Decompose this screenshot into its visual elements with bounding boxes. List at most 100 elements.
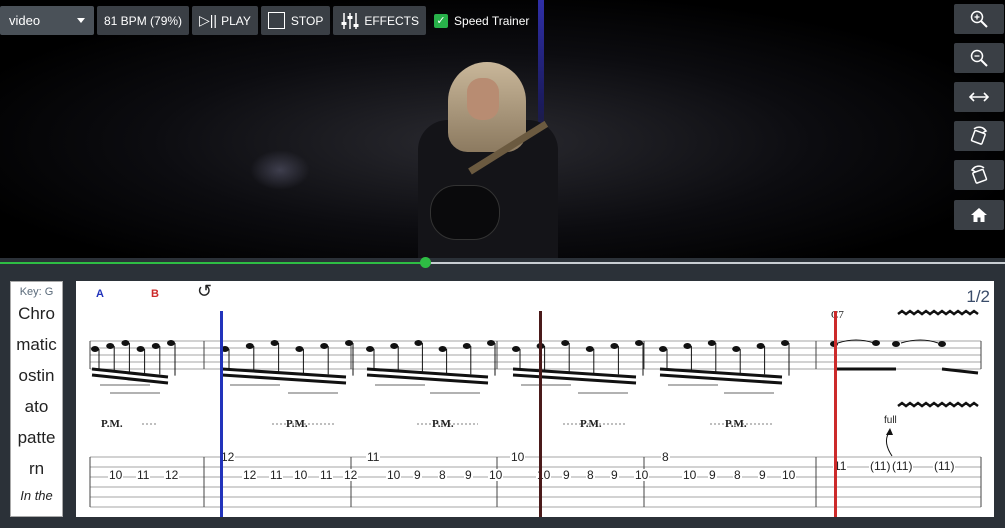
tempo-button[interactable]: 81 BPM (79%): [97, 6, 190, 35]
palm-mute-label: P.M.: [725, 418, 747, 430]
bend-arrowhead: [886, 428, 893, 435]
tab-fret-number: 9: [758, 468, 767, 482]
sliders-icon: [341, 12, 359, 29]
stop-button[interactable]: STOP: [260, 6, 331, 35]
rotate-right-button[interactable]: [954, 121, 1004, 151]
speed-trainer-label: Speed Trainer: [454, 13, 530, 28]
tab-fret-number: 9: [610, 468, 619, 482]
tab-fret-number: 9: [413, 468, 422, 482]
loop-b-line[interactable]: [834, 311, 837, 517]
rewind-icon[interactable]: ↺: [197, 281, 212, 302]
stage-glow: [250, 150, 310, 190]
palm-mute-label: P.M.: [580, 418, 602, 430]
fit-width-button[interactable]: [954, 82, 1004, 112]
tab-fret-number: 11: [269, 468, 284, 482]
tab-fret-number: (11): [933, 459, 956, 473]
title-line: Chro: [18, 304, 55, 323]
song-info-card: Key: G Chro matic ostin ato patte rn In …: [10, 281, 63, 517]
tab-fret-number: 10: [682, 468, 698, 482]
beam: [941, 367, 979, 375]
tab-fret-number: 12: [242, 468, 258, 482]
source-select[interactable]: video: [0, 6, 94, 35]
rotate-right-icon: [970, 126, 988, 145]
tab-fret-number: 11: [136, 468, 151, 482]
tab-fret-number: (11): [891, 459, 914, 473]
tab-fret-number: (11): [869, 459, 892, 473]
tab-fret-number: 9: [464, 468, 473, 482]
speed-trainer-toggle[interactable]: ✓ Speed Trainer: [429, 6, 529, 35]
notehead: [756, 343, 765, 349]
notehead: [295, 346, 304, 352]
loop-a-line[interactable]: [220, 311, 223, 517]
title-line: ato: [24, 397, 49, 416]
checkbox-checked-icon[interactable]: ✓: [434, 13, 449, 28]
effects-label: EFFECTS: [364, 13, 420, 28]
play-button[interactable]: ▷|| PLAY: [192, 6, 258, 35]
score-sheet[interactable]: A B ↺ 1/2 C7 full P.M. P.M. P.M. P.M. P.…: [76, 281, 994, 517]
notehead: [414, 340, 423, 346]
notehead: [635, 340, 643, 346]
notehead: [683, 343, 692, 349]
guitar-body: [430, 185, 500, 240]
rotate-left-button[interactable]: [954, 160, 1004, 190]
notehead: [892, 341, 900, 347]
tab-fret-number: 8: [438, 468, 447, 482]
notehead: [487, 340, 495, 346]
tab-fret-number: 9: [562, 468, 571, 482]
tab-fret-number: 10: [488, 468, 504, 482]
notehead: [121, 340, 130, 346]
effects-button[interactable]: EFFECTS: [333, 6, 427, 35]
notehead: [345, 340, 353, 346]
video-view[interactable]: [0, 0, 1005, 258]
source-select-value: video: [9, 13, 41, 28]
palm-mute-label: P.M.: [286, 418, 308, 430]
chord-label: C7: [831, 309, 844, 321]
palm-mute-label: P.M.: [101, 418, 123, 430]
tab-fret-number: 12: [164, 468, 180, 482]
tempo-label: 81 BPM (79%): [104, 13, 183, 28]
title-line: patte: [17, 428, 56, 447]
notehead: [245, 343, 254, 349]
notehead: [167, 340, 175, 346]
loop-a-marker-label[interactable]: A: [96, 288, 104, 300]
notehead: [781, 340, 789, 346]
playback-cursor[interactable]: [539, 311, 542, 517]
toolbar: video 81 BPM (79%) ▷|| PLAY STOP EFFECTS…: [0, 6, 529, 35]
page-number: 1/2: [966, 287, 990, 306]
tab-fret-number: 8: [586, 468, 595, 482]
stop-label: STOP: [290, 13, 324, 28]
title-line: ostin: [18, 366, 55, 385]
tab-fret-number: 10: [510, 450, 526, 464]
tab-fret-number: 11: [366, 450, 381, 464]
loop-b-marker-label[interactable]: B: [151, 288, 159, 300]
progress-fill: [0, 262, 426, 264]
vibrato-mark: [897, 401, 979, 408]
tab-fret-number: 10: [108, 468, 124, 482]
notehead: [610, 343, 619, 349]
zoom-out-button[interactable]: [954, 43, 1004, 73]
notehead: [106, 343, 115, 349]
progress-knob[interactable]: [420, 257, 432, 268]
notehead: [320, 343, 329, 349]
notehead: [462, 343, 471, 349]
bend-label: full: [884, 415, 897, 426]
tab-fret-number: 11: [319, 468, 334, 482]
slur: [837, 339, 875, 344]
zoom-in-icon: [970, 10, 988, 28]
notehead: [732, 346, 741, 352]
notehead: [707, 340, 716, 346]
notehead: [512, 346, 520, 352]
tab-fret-number: 9: [708, 468, 717, 482]
performer-face: [467, 78, 499, 120]
zoom-in-button[interactable]: [954, 4, 1004, 34]
home-button[interactable]: [954, 200, 1004, 230]
home-icon: [971, 208, 987, 222]
zoom-out-icon: [970, 49, 988, 67]
play-label: PLAY: [221, 13, 251, 28]
notehead: [136, 346, 145, 352]
palm-mute-label: P.M.: [432, 418, 454, 430]
notehead: [91, 346, 99, 352]
tab-fret-number: 10: [386, 468, 402, 482]
playback-progress[interactable]: [0, 257, 1005, 268]
notehead: [151, 343, 160, 349]
